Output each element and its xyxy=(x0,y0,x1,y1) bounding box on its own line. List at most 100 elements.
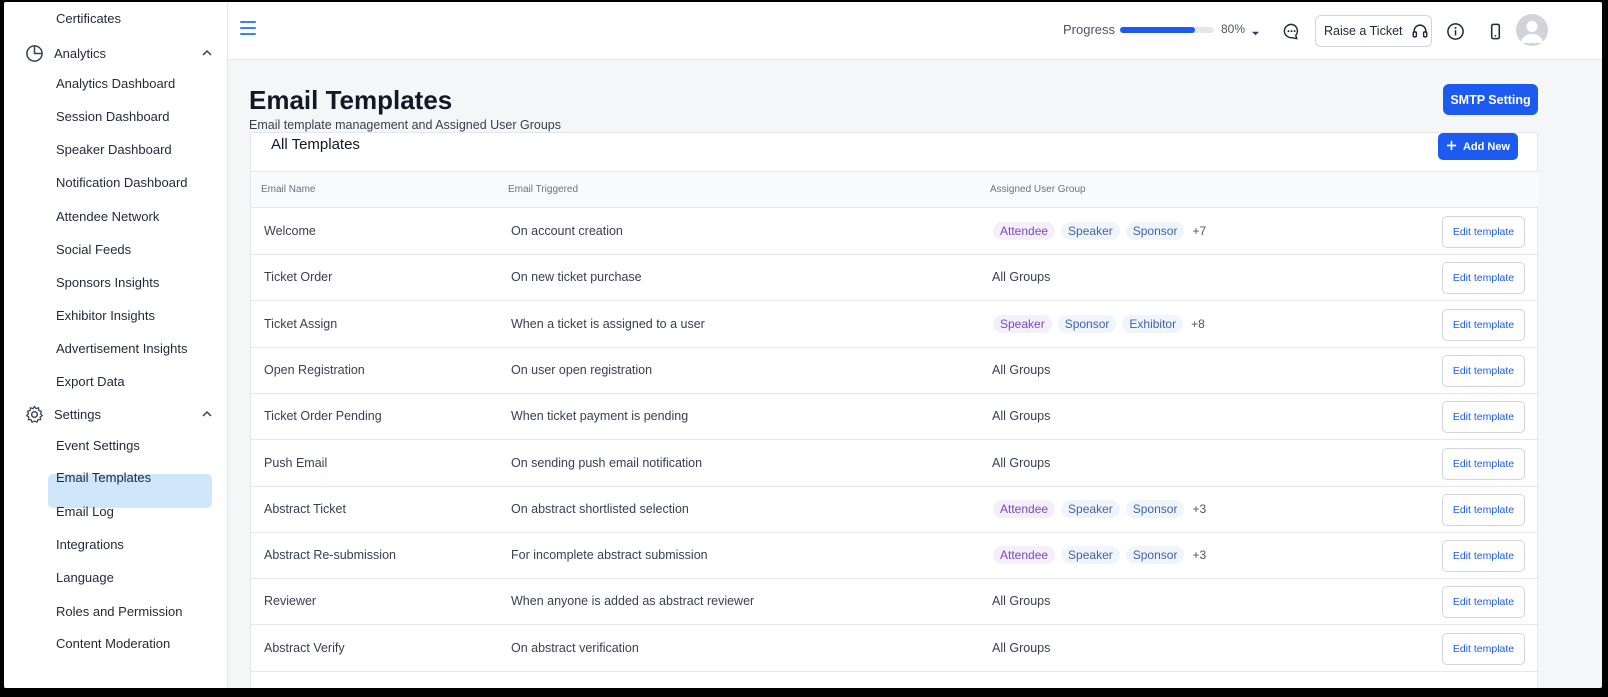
sidebar-item-email-log[interactable]: Email Log xyxy=(56,502,114,522)
sidebar-item-analytics-dashboard[interactable]: Analytics Dashboard xyxy=(56,74,175,94)
table-row: Abstract Ticket On abstract shortlisted s… xyxy=(251,487,1539,533)
sidebar-group-settings[interactable]: Settings xyxy=(24,402,214,426)
sidebar-item-language[interactable]: Language xyxy=(56,568,114,588)
edit-template-button[interactable]: Edit template xyxy=(1442,540,1525,573)
user-group-tag: Attendee xyxy=(993,499,1056,518)
add-new-button[interactable]: Add New xyxy=(1438,133,1518,160)
progress-bar-fill xyxy=(1120,27,1196,33)
progress-bar xyxy=(1120,27,1214,33)
page-subtitle: Email template management and Assigned U… xyxy=(249,118,561,132)
plus-icon xyxy=(1446,140,1457,154)
sidebar-item-integrations[interactable]: Integrations xyxy=(56,535,124,555)
user-group-tag: Attendee xyxy=(993,222,1056,240)
user-group-tags: Attendee Speaker Sponsor +3 xyxy=(993,499,1206,518)
user-group-tag: Sponsor xyxy=(1125,546,1185,565)
sidebar-item-export-data[interactable]: Export Data xyxy=(56,372,125,392)
more-groups-count[interactable]: +7 xyxy=(1192,224,1206,238)
sidebar-group-analytics[interactable]: Analytics xyxy=(24,41,214,65)
column-header-email-triggered[interactable]: Email Triggered xyxy=(508,184,578,195)
raise-ticket-label: Raise a Ticket xyxy=(1324,24,1403,38)
chat-icon[interactable] xyxy=(1280,20,1302,42)
more-groups-count[interactable]: +3 xyxy=(1192,548,1206,562)
edit-template-button[interactable]: Edit template xyxy=(1442,493,1525,526)
email-trigger-cell: On account creation xyxy=(511,224,623,238)
card-title: All Templates xyxy=(271,136,360,153)
more-groups-count[interactable]: +3 xyxy=(1192,502,1206,516)
menu-icon[interactable] xyxy=(240,21,256,37)
table-row: Abstract Re-submission For incomplete abs… xyxy=(251,533,1539,580)
mobile-icon[interactable] xyxy=(1484,20,1506,42)
table-row: Ticket Assign When a ticket is assigned t… xyxy=(251,302,1539,348)
pie-chart-icon xyxy=(24,43,44,63)
user-group-cell: All Groups xyxy=(992,362,1051,377)
email-trigger-cell: On user open registration xyxy=(511,362,653,377)
email-name-cell: Push Email xyxy=(264,455,328,470)
app-window: Certificates Analytics Analytics Dashboa… xyxy=(4,2,1602,688)
sidebar-item-advertisement-insights[interactable]: Advertisement Insights xyxy=(56,339,188,359)
sidebar-item-email-templates[interactable]: Email Templates xyxy=(56,468,151,488)
email-name-cell: Open Registration xyxy=(264,362,365,377)
edit-template-button[interactable]: Edit template xyxy=(1442,401,1525,434)
edit-template-button[interactable]: Edit template xyxy=(1442,216,1525,248)
user-group-tag: Attendee xyxy=(993,546,1056,565)
add-new-label: Add New xyxy=(1462,140,1511,153)
sidebar-item-event-settings[interactable]: Event Settings xyxy=(56,436,140,456)
edit-template-button[interactable]: Edit template xyxy=(1442,354,1525,387)
raise-ticket-button[interactable]: Raise a Ticket xyxy=(1315,15,1432,47)
table-row: Reviewer When anyone is added as abstract… xyxy=(251,579,1539,626)
page-title: Email Templates xyxy=(249,85,453,115)
edit-template-button[interactable]: Edit template xyxy=(1442,262,1525,295)
table-row: Welcome On account creation Attendee Speake… xyxy=(251,209,1539,255)
edit-template-button[interactable]: Edit template xyxy=(1442,586,1525,619)
user-group-cell: All Groups xyxy=(992,409,1051,424)
email-name-cell: Ticket Assign xyxy=(264,316,338,331)
email-trigger-cell: When ticket payment is pending xyxy=(511,409,689,424)
email-name-cell: Abstract Re-submission xyxy=(264,548,396,563)
sidebar-item-social-feeds[interactable]: Social Feeds xyxy=(56,240,131,260)
info-icon[interactable] xyxy=(1444,20,1466,42)
sidebar-item-roles-and-permission[interactable]: Roles and Permission xyxy=(56,602,182,622)
sidebar-item-sponsors-insights[interactable]: Sponsors Insights xyxy=(56,273,159,293)
sidebar-item-session-dashboard[interactable]: Session Dashboard xyxy=(56,107,169,127)
user-group-cell: All Groups xyxy=(992,455,1051,470)
user-group-tag: Sponsor xyxy=(1125,222,1185,240)
user-group-cell: All Groups xyxy=(992,640,1051,655)
table-row: Ticket Order Pending When ticket payment … xyxy=(251,394,1539,441)
headset-icon xyxy=(1411,22,1429,40)
email-trigger-cell: On abstract shortlisted selection xyxy=(511,501,689,516)
user-group-tag: Speaker xyxy=(1061,222,1120,240)
more-groups-count[interactable]: +8 xyxy=(1191,317,1205,331)
user-group-tag: Speaker xyxy=(1061,546,1120,565)
edit-template-button[interactable]: Edit template xyxy=(1442,632,1525,665)
sidebar-group-label: Settings xyxy=(54,406,101,422)
sidebar-item-speaker-dashboard[interactable]: Speaker Dashboard xyxy=(56,140,172,160)
smtp-setting-button[interactable]: SMTP Setting xyxy=(1443,84,1538,115)
edit-template-button[interactable]: Edit template xyxy=(1442,308,1525,341)
user-group-cell: All Groups xyxy=(992,594,1051,609)
email-name-cell: Welcome xyxy=(264,224,316,238)
user-avatar[interactable] xyxy=(1516,14,1548,46)
sidebar: Certificates Analytics Analytics Dashboa… xyxy=(4,2,228,688)
user-group-tag: Sponsor xyxy=(1125,499,1185,518)
user-group-tag: Speaker xyxy=(993,314,1052,333)
email-trigger-cell: On abstract verification xyxy=(511,640,639,655)
edit-template-button[interactable]: Edit template xyxy=(1442,447,1525,480)
column-header-assigned-user-group[interactable]: Assigned User Group xyxy=(990,184,1086,195)
email-trigger-cell: On sending push email notification xyxy=(511,455,703,470)
sidebar-item-content-moderation[interactable]: Content Moderation xyxy=(56,634,170,654)
email-trigger-cell: When a ticket is assigned to a user xyxy=(511,316,705,331)
sidebar-item-notification-dashboard[interactable]: Notification Dashboard xyxy=(56,173,188,193)
sidebar-item-exhibitor-insights[interactable]: Exhibitor Insights xyxy=(56,306,155,326)
user-group-tags: Speaker Sponsor Exhibitor +8 xyxy=(993,314,1205,333)
sidebar-item-attendee-network[interactable]: Attendee Network xyxy=(56,207,159,227)
sidebar-item-certificates[interactable]: Certificates xyxy=(56,9,121,29)
table-row: Open Registration On user open registrati… xyxy=(251,348,1539,394)
top-bar: Progress 80% Raise a Ticket xyxy=(228,2,1602,60)
email-name-cell: Ticket Order xyxy=(264,270,333,285)
email-name-cell: Ticket Order Pending xyxy=(264,409,382,424)
progress-percent: 80% xyxy=(1221,22,1246,36)
column-header-email-name[interactable]: Email Name xyxy=(261,184,315,195)
user-group-tag: Sponsor xyxy=(1057,314,1117,333)
table-row: Abstract Verify On abstract verification A… xyxy=(251,626,1539,672)
caret-down-icon[interactable] xyxy=(1251,25,1260,43)
